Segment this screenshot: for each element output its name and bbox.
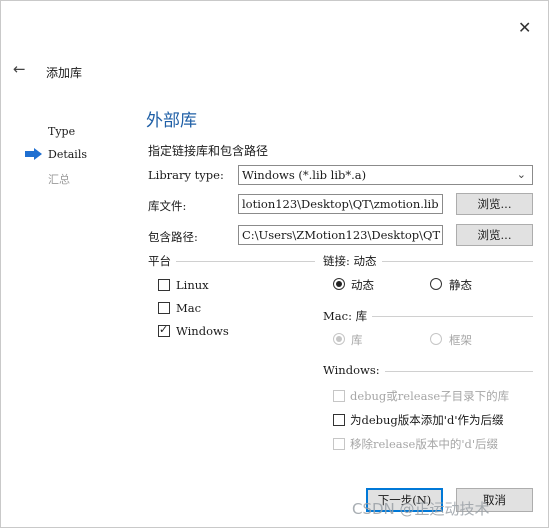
mac-library-radio[interactable] <box>333 333 345 345</box>
mac-framework-label: 框架 <box>449 333 472 347</box>
platform-linux-label: Linux <box>176 278 209 292</box>
mac-framework-radio[interactable] <box>430 333 442 345</box>
page-title: 外部库 <box>146 111 197 131</box>
windows-debug-suffix-checkbox[interactable] <box>333 414 345 426</box>
current-step-arrow-icon <box>25 148 42 160</box>
platform-windows-checkbox[interactable] <box>158 323 170 337</box>
back-arrow-icon[interactable]: ← <box>13 60 26 78</box>
linking-static-radio[interactable] <box>430 278 442 290</box>
platform-linux-checkbox[interactable] <box>158 279 170 291</box>
library-type-select[interactable]: Windows (*.lib lib*.a) ⌄ <box>238 165 533 185</box>
linking-dynamic-label: 动态 <box>351 278 374 292</box>
library-type-value: Windows (*.lib lib*.a) <box>242 168 367 182</box>
platform-mac-checkbox[interactable] <box>158 302 170 314</box>
windows-group-title: Windows: <box>323 363 385 377</box>
linking-static-label: 静态 <box>449 278 472 292</box>
library-file-browse-button[interactable]: 浏览... <box>456 193 533 215</box>
windows-remove-suffix-label: 移除release版本中的'd'后缀 <box>350 437 499 451</box>
platform-group-title: 平台 <box>148 253 176 269</box>
step-details: Details <box>48 148 87 161</box>
include-path-label: 包含路径: <box>148 230 198 244</box>
mac-library-label: 库 <box>351 333 363 347</box>
watermark: CSDN @正运动技术 <box>352 500 490 518</box>
library-file-input[interactable]: lotion123\Desktop\QT\zmotion.lib <box>238 194 443 214</box>
include-path-browse-button[interactable]: 浏览... <box>456 224 533 246</box>
platform-mac-label: Mac <box>176 301 202 315</box>
step-summary: 汇总 <box>48 173 70 186</box>
library-file-label: 库文件: <box>148 199 187 213</box>
chevron-down-icon: ⌄ <box>516 168 526 181</box>
page-subtitle: 指定链接库和包含路径 <box>148 144 269 158</box>
include-path-input[interactable]: C:\Users\ZMotion123\Desktop\QT <box>238 225 443 245</box>
platform-windows-label: Windows <box>176 324 229 338</box>
step-type: Type <box>48 125 76 138</box>
linking-group-title: 链接: 动态 <box>323 253 382 269</box>
window-title: 添加库 <box>46 66 83 80</box>
close-icon[interactable]: ✕ <box>518 18 531 37</box>
windows-debug-suffix-label: 为debug版本添加'd'作为后缀 <box>350 413 504 427</box>
windows-remove-suffix-checkbox[interactable] <box>333 438 345 450</box>
linking-dynamic-radio[interactable] <box>333 278 345 290</box>
library-type-label: Library type: <box>148 168 224 182</box>
mac-group-title: Mac: 库 <box>323 308 373 324</box>
windows-subdir-checkbox[interactable] <box>333 390 345 402</box>
windows-subdir-label: debug或release子目录下的库 <box>350 389 510 403</box>
